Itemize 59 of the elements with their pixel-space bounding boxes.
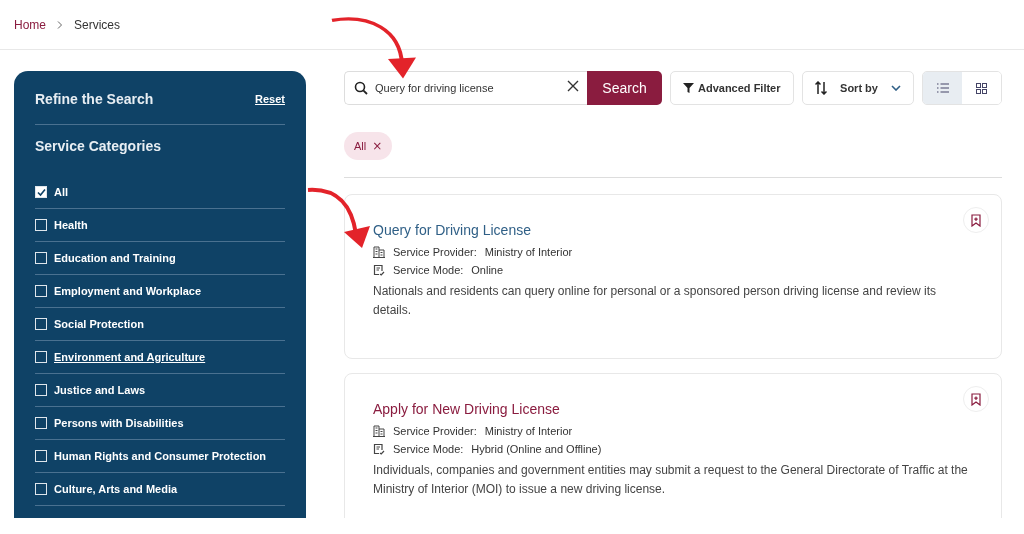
chevron-down-icon [891,85,902,91]
filter-icon [683,83,694,93]
bookmark-icon [971,213,981,227]
category-label[interactable]: Justice and Laws [54,384,146,396]
mode-label: Service Mode: [393,264,464,276]
checkbox[interactable] [35,417,47,429]
bookmark-button[interactable] [963,207,989,233]
grid-icon [976,82,988,94]
chevron-icon [56,20,64,29]
breadcrumb-link[interactable]: Services [74,17,121,32]
building-icon [373,425,385,437]
building-icon [373,246,385,258]
panel-title: Refine the Search [35,91,154,107]
category-label[interactable]: Culture, Arts and Media [54,483,178,495]
checkbox[interactable] [35,186,47,198]
category-label[interactable]: Health [54,219,88,231]
bookmark-icon [971,392,981,406]
clear-button[interactable] [566,80,580,94]
mode-value: Hybrid (Online and Offline) [471,443,602,455]
advanced-filter-button[interactable]: Advanced Filter [670,71,794,105]
category-label[interactable]: Social Protection [54,318,144,330]
sort-icon [814,81,827,95]
service-description: Nationals and residents can query online for personal or a sponsored person driving license and review its details. [373,283,937,319]
category-label[interactable]: Education and Training [54,252,176,264]
checkbox[interactable] [35,450,47,462]
reset-link[interactable]: Reset [255,93,285,105]
service-description: Individuals, companies and government entities may submit a request to the General Directorate of Traffic at the Ministry of Interior (MOI) to issue a new driving license. [373,462,969,498]
category-label[interactable]: Human Rights and Consumer Protection [54,450,267,462]
section-heading: Service Categories [35,138,163,154]
bookmark-button[interactable] [963,386,989,412]
chip-remove-button[interactable]: × [372,139,383,153]
document-icon [373,443,385,455]
search-button[interactable]: Search [587,71,662,105]
checkbox[interactable] [35,351,47,363]
checkbox[interactable] [35,285,47,297]
checkbox[interactable] [35,384,47,396]
provider-label: Service Provider: [393,425,477,437]
search-field[interactable]: Query for driving license [344,71,587,105]
category-label[interactable]: Persons with Disabilities [54,417,184,429]
checkbox[interactable] [35,252,47,264]
list-icon [936,83,949,93]
breadcrumb-link[interactable]: Home [14,17,46,32]
document-icon [373,264,385,276]
category-label[interactable]: Employment and Workplace [54,285,202,297]
mode-label: Service Mode: [393,443,464,455]
mode-value: Online [471,264,504,276]
checkbox[interactable] [35,483,47,495]
sort-dropdown[interactable]: Sort by [801,71,915,105]
chip-label: All [354,140,367,152]
provider-value: Ministry of Interior [484,246,573,258]
category-label[interactable]: All [54,186,69,198]
checkbox[interactable] [35,318,47,330]
category-label[interactable]: Environment and Agriculture [54,351,206,363]
search-icon [354,81,368,95]
provider-label: Service Provider: [393,246,477,258]
service-title-link[interactable]: Apply for New Driving License [373,401,560,417]
checkbox[interactable] [35,219,47,231]
provider-value: Ministry of Interior [484,425,573,437]
service-title-link[interactable]: Query for Driving License [373,222,531,238]
